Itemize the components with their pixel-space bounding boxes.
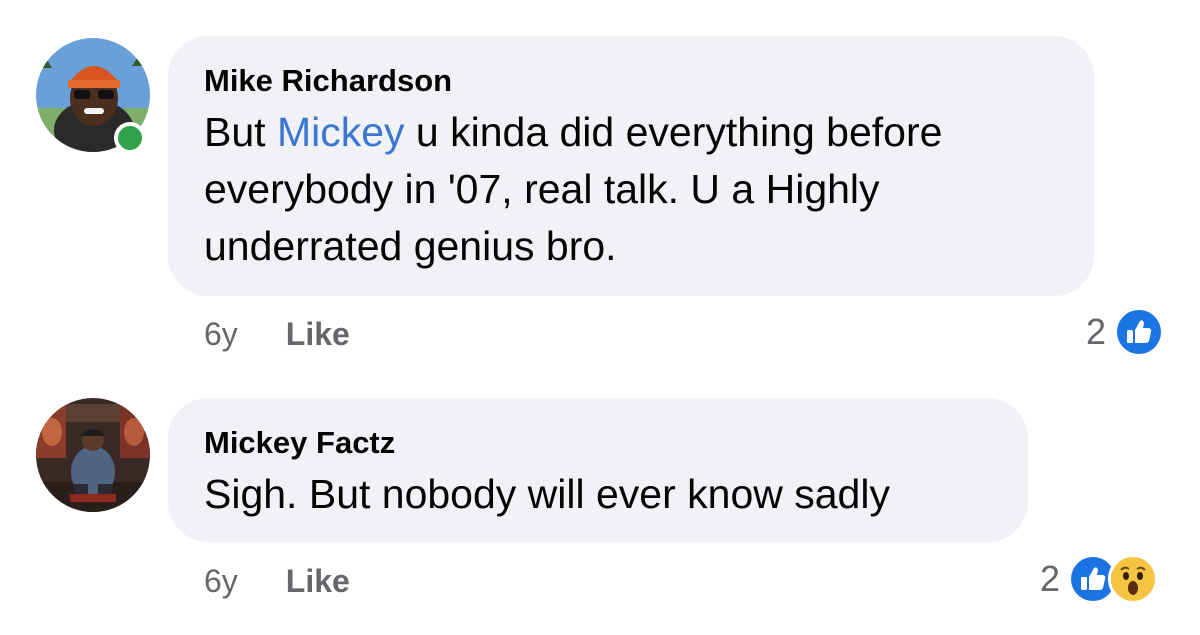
reactions-summary[interactable]: 2 (1040, 554, 1159, 604)
comment-text: Sigh. But nobody will ever know sadly (204, 471, 890, 517)
comment-timestamp[interactable]: 6y (204, 316, 238, 352)
mention-link[interactable]: Mickey (277, 109, 405, 155)
comment-author[interactable]: Mike Richardson (204, 62, 1058, 100)
comment-meta: 6y Like (204, 314, 350, 354)
wow-icon (1108, 554, 1159, 604)
reactions-summary[interactable]: 2 (1086, 307, 1165, 357)
like-button[interactable]: Like (286, 563, 350, 599)
like-icon (1114, 307, 1165, 357)
comment-text: But Mickey u kinda did everything before… (204, 104, 1058, 275)
comment-text-part: But (204, 109, 277, 155)
comment-author[interactable]: Mickey Factz (204, 424, 992, 462)
comment-bubble: Mickey Factz Sigh. But nobody will ever … (168, 398, 1028, 542)
comment-timestamp[interactable]: 6y (204, 563, 238, 599)
profile-photo-icon (36, 398, 150, 512)
comment-meta: 6y Like (204, 561, 350, 601)
reaction-count: 2 (1086, 311, 1107, 352)
comment-bubble: Mike Richardson But Mickey u kinda did e… (168, 36, 1094, 296)
avatar-mickey-factz[interactable] (36, 398, 150, 512)
like-button[interactable]: Like (286, 316, 350, 352)
online-status-indicator (114, 122, 146, 154)
reaction-count: 2 (1040, 558, 1061, 599)
